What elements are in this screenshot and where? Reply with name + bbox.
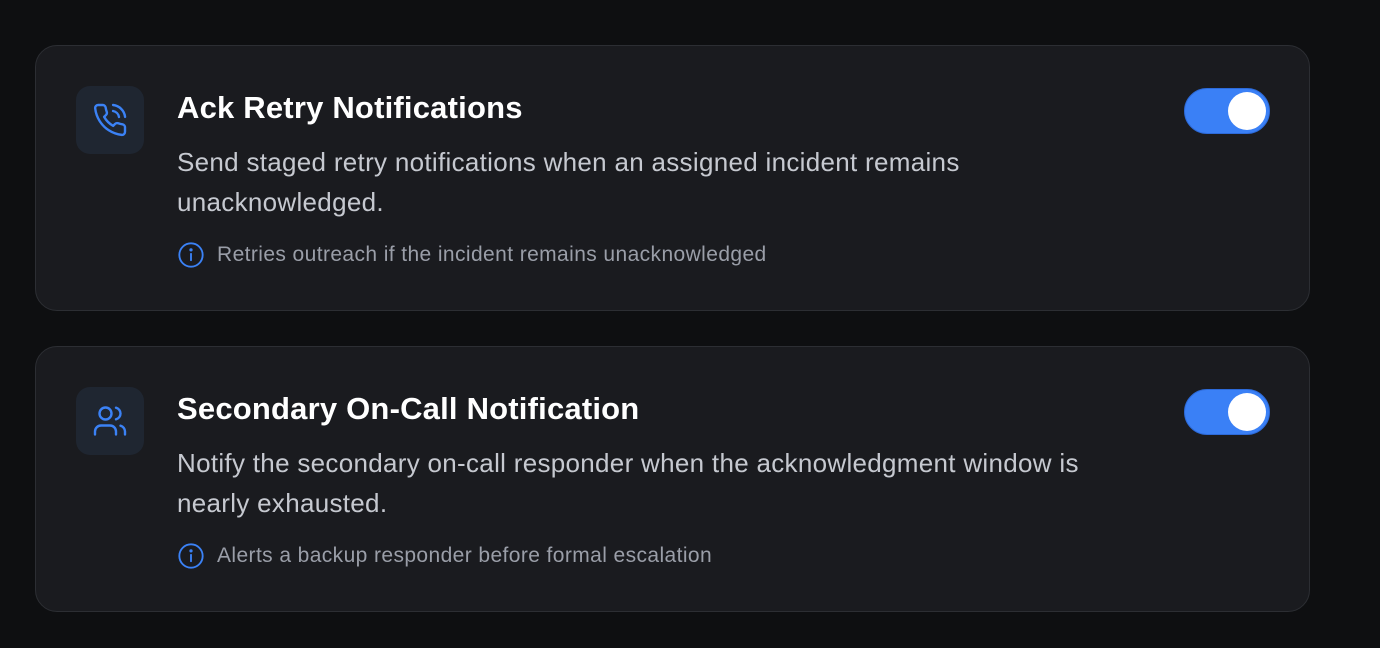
hint-text: Alerts a backup responder before formal … bbox=[217, 544, 713, 567]
setting-card-ack-retry: Ack Retry Notifications Send staged retr… bbox=[35, 45, 1310, 311]
secondary-on-call-toggle[interactable] bbox=[1184, 389, 1270, 435]
users-icon bbox=[76, 387, 144, 455]
setting-title: Ack Retry Notifications bbox=[177, 90, 523, 125]
toggle-knob bbox=[1228, 393, 1266, 431]
setting-card-secondary-on-call: Secondary On-Call Notification Notify th… bbox=[35, 346, 1310, 612]
toggle-knob bbox=[1228, 92, 1266, 130]
info-icon bbox=[178, 242, 204, 268]
setting-description: Notify the secondary on-call responder w… bbox=[177, 448, 1079, 518]
ack-retry-toggle[interactable] bbox=[1184, 88, 1270, 134]
info-icon bbox=[178, 543, 204, 569]
setting-title: Secondary On-Call Notification bbox=[177, 391, 640, 426]
phone-ringing-icon bbox=[76, 86, 144, 154]
hint-text: Retries outreach if the incident remains… bbox=[217, 243, 767, 266]
setting-description: Send staged retry notifications when an … bbox=[177, 147, 960, 217]
setting-hint: Retries outreach if the incident remains… bbox=[177, 241, 767, 269]
setting-hint: Alerts a backup responder before formal … bbox=[177, 542, 712, 570]
